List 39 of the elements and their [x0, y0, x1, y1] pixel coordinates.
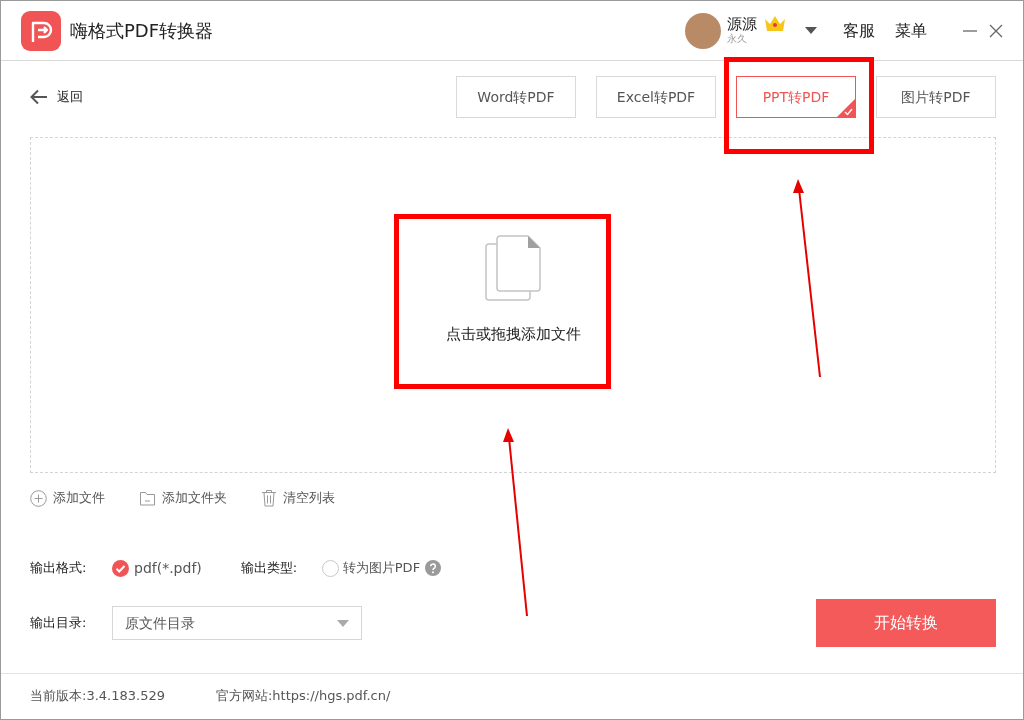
output-dir-select[interactable]: 原文件目录: [112, 606, 362, 640]
back-link[interactable]: 返回: [57, 87, 83, 107]
selected-corner-check-icon: [837, 99, 855, 117]
menu-link[interactable]: 菜单: [895, 18, 927, 43]
help-icon[interactable]: [425, 560, 442, 576]
format-option-label[interactable]: pdf(*.pdf): [134, 557, 202, 579]
back-arrow-icon[interactable]: [30, 89, 48, 105]
membership-label: 永久: [727, 34, 748, 44]
dropdown-caret-icon[interactable]: [805, 27, 817, 34]
caret-icon: [337, 619, 349, 627]
checked-radio[interactable]: [112, 559, 129, 577]
folder-icon: [139, 489, 156, 507]
file-drop-zone[interactable]: 点击或拖拽添加文件: [30, 137, 996, 473]
version-label: 当前版本:: [30, 686, 87, 705]
website-label: 官方网站:: [215, 686, 273, 705]
documents-icon: [485, 234, 541, 301]
type-option-label[interactable]: 转为图片PDF: [342, 558, 421, 578]
close-icon[interactable]: [989, 23, 1003, 38]
conversion-tab[interactable]: Word转PDF: [456, 76, 576, 118]
user-name: 源源: [727, 17, 757, 32]
radio-button[interactable]: [321, 559, 339, 577]
trash-icon: [261, 489, 277, 507]
toolbar-action[interactable]: 清空列表: [283, 488, 335, 508]
toolbar-action[interactable]: 添加文件: [53, 488, 105, 508]
drop-zone-hint: 点击或拖拽添加文件: [445, 323, 581, 345]
window-title: 嗨格式PDF转换器: [70, 19, 214, 43]
output-format-label: 输出格式:: [30, 559, 88, 578]
plus-circle-icon: [30, 489, 47, 507]
website-link[interactable]: https://hgs.pdf.cn/: [272, 685, 391, 706]
output-type-label: 输出类型:: [240, 559, 299, 578]
version-number: 3.4.183.529: [86, 686, 165, 705]
conversion-tab[interactable]: PPT转PDF: [736, 76, 856, 118]
conversion-tab[interactable]: Excel转PDF: [596, 76, 716, 118]
app-logo: [21, 10, 61, 51]
toolbar-action[interactable]: 添加文件夹: [162, 488, 227, 508]
conversion-tab[interactable]: 图片转PDF: [876, 76, 996, 118]
output-dir-label: 输出目录:: [30, 614, 88, 633]
service-link[interactable]: 客服: [843, 18, 875, 43]
user-avatar[interactable]: [685, 12, 721, 49]
